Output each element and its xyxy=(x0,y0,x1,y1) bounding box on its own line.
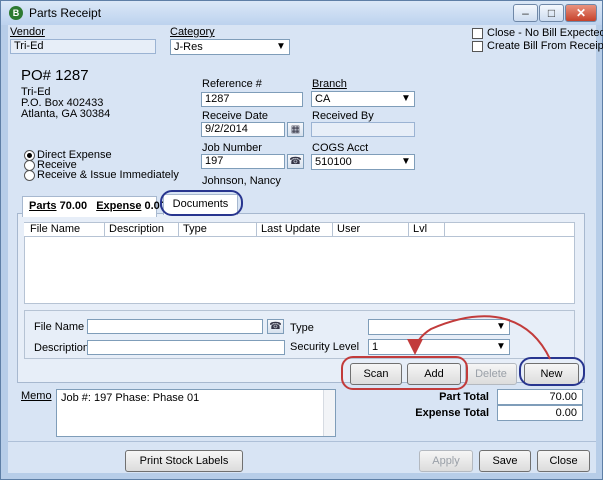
save-button[interactable]: Save xyxy=(479,450,531,472)
part-total-label: Part Total xyxy=(439,391,489,403)
memo-scrollbar[interactable] xyxy=(323,390,335,436)
part-total-value: 70.00 xyxy=(497,389,583,405)
apply-button: Apply xyxy=(419,450,473,472)
print-stock-labels-button[interactable]: Print Stock Labels xyxy=(125,450,243,472)
parts-receipt-window: B Parts Receipt – □ ✕ Vendor Tri-Ed Cate… xyxy=(0,0,603,480)
close-button[interactable]: Close xyxy=(537,450,590,472)
memo-textarea[interactable]: Job #: 197 Phase: Phase 01 xyxy=(56,389,336,437)
memo-label: Memo xyxy=(21,390,52,402)
expense-total-value: 0.00 xyxy=(497,405,583,421)
expense-total-label: Expense Total xyxy=(415,407,489,419)
memo-text: Job #: 197 Phase: Phase 01 xyxy=(61,392,200,404)
